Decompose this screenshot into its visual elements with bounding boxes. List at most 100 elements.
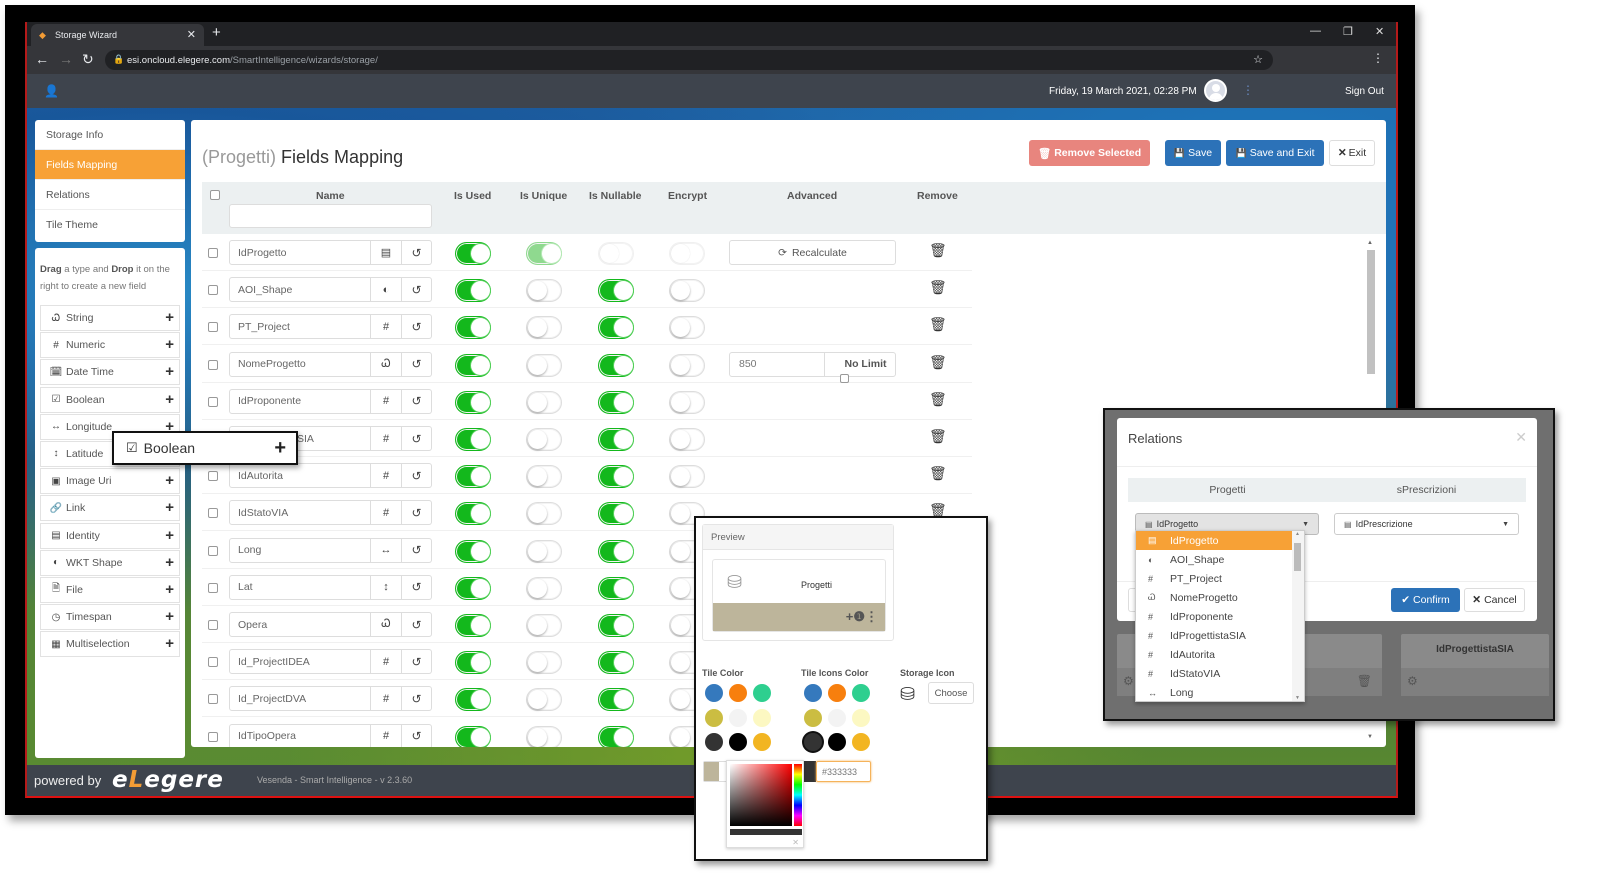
row-checkbox[interactable]: [208, 322, 218, 333]
toggle-nullable[interactable]: [598, 688, 634, 712]
color-swatch[interactable]: [729, 684, 747, 702]
toggle-nullable[interactable]: [598, 242, 634, 265]
color-swatch[interactable]: [828, 684, 846, 702]
step-storage-info[interactable]: Storage Info: [35, 120, 185, 150]
alpha-slider[interactable]: [730, 829, 802, 835]
browser-tab[interactable]: ◆ Storage Wizard ✕: [31, 24, 204, 46]
add-icon[interactable]: +: [165, 581, 174, 598]
add-icon[interactable]: +: [165, 608, 174, 625]
reset-icon[interactable]: ↺: [402, 388, 432, 414]
toggle-nullable[interactable]: [598, 353, 634, 377]
reset-icon[interactable]: ↺: [402, 500, 432, 526]
toggle-unique[interactable]: [526, 688, 562, 712]
hash-icon[interactable]: #: [371, 686, 402, 712]
reset-icon[interactable]: ↺: [402, 612, 432, 637]
toggle-nullable[interactable]: [598, 539, 634, 563]
reset-icon[interactable]: ↺: [402, 649, 432, 675]
row-checkbox[interactable]: [208, 396, 218, 407]
reset-icon[interactable]: ↺: [402, 314, 432, 340]
confirm-button[interactable]: ✔ Confirm: [1391, 588, 1460, 612]
toggle-nullable[interactable]: [598, 614, 634, 637]
dropdown-option[interactable]: Ꮗ NomeProgetto: [1136, 588, 1304, 607]
dropdown-option[interactable]: # IdProgettistaSIA: [1136, 626, 1304, 645]
url-input[interactable]: 🔒 esi.oncloud.elegere.com /SmartIntellig…: [105, 50, 1273, 70]
recalculate-button[interactable]: ⟳ Recalculate: [729, 240, 896, 265]
no-limit-checkbox[interactable]: No Limit: [825, 353, 895, 383]
color-swatch[interactable]: [852, 708, 870, 727]
saturation-value-area[interactable]: [730, 764, 792, 826]
hash-icon[interactable]: #: [371, 463, 402, 489]
field-type-multiselection[interactable]: ▦ Multiselection +: [40, 631, 180, 658]
field-name-input[interactable]: IdProponente: [229, 388, 371, 414]
toggle-used[interactable]: [455, 539, 491, 563]
row-checkbox[interactable]: [208, 359, 218, 370]
row-checkbox[interactable]: [208, 285, 218, 296]
toggle-unique[interactable]: [526, 390, 562, 414]
reset-icon[interactable]: ↺: [402, 723, 432, 747]
hash-icon[interactable]: #: [371, 426, 402, 451]
row-checkbox[interactable]: [208, 508, 218, 519]
hue-slider[interactable]: [794, 764, 802, 826]
color-swatch[interactable]: [705, 708, 723, 727]
restore-icon[interactable]: ❐: [1343, 25, 1353, 38]
string-icon[interactable]: Ꮗ: [371, 351, 402, 377]
scroll-down-icon[interactable]: ▼: [1295, 695, 1300, 701]
toggle-encrypt[interactable]: [669, 390, 705, 414]
toggle-nullable[interactable]: [598, 576, 634, 600]
reset-icon[interactable]: ↺: [402, 537, 432, 563]
field-name-input[interactable]: IdTipoOpera: [229, 723, 371, 747]
close-window-icon[interactable]: ✕: [1375, 25, 1384, 38]
field-name-input[interactable]: Long: [229, 537, 371, 563]
dropdown-option[interactable]: # IdAutorita: [1136, 645, 1304, 664]
toggle-unique[interactable]: [526, 353, 562, 377]
horizontal-arrows-icon[interactable]: ↔: [371, 537, 402, 563]
minimize-icon[interactable]: —: [1310, 25, 1321, 37]
hash-icon[interactable]: #: [371, 723, 402, 747]
hash-icon[interactable]: #: [371, 649, 402, 675]
add-icon[interactable]: +: [165, 363, 174, 380]
field-type-timespan[interactable]: ◷ Timespan +: [40, 604, 180, 631]
toggle-encrypt[interactable]: [669, 465, 705, 489]
trash-icon[interactable]: 🗑: [929, 428, 947, 445]
field-name-input[interactable]: Id_ProjectIDEA: [229, 649, 371, 675]
choose-icon-button[interactable]: Choose: [928, 682, 974, 704]
toggle-nullable[interactable]: [598, 390, 634, 414]
color-swatch[interactable]: [804, 708, 822, 727]
scroll-down-icon[interactable]: ▼: [1367, 734, 1373, 740]
vertical-arrows-icon[interactable]: ↕: [371, 574, 402, 600]
browser-menu-icon[interactable]: ⋮: [1372, 51, 1384, 65]
row-checkbox[interactable]: [208, 657, 218, 668]
trash-icon[interactable]: 🗑: [929, 354, 947, 371]
toggle-unique[interactable]: [526, 725, 562, 747]
toggle-nullable[interactable]: [598, 651, 634, 675]
toggle-nullable[interactable]: [598, 725, 634, 747]
add-icon[interactable]: +: [165, 336, 174, 353]
scrollbar-thumb[interactable]: [1367, 250, 1375, 374]
reset-icon[interactable]: ↺: [402, 686, 432, 712]
row-checkbox[interactable]: [208, 545, 218, 556]
select-all-checkbox[interactable]: [210, 190, 220, 200]
id-card-icon[interactable]: ▤: [371, 240, 402, 265]
toggle-encrypt[interactable]: [669, 279, 705, 303]
gear-icon[interactable]: ⚙: [1123, 674, 1134, 688]
close-tab-icon[interactable]: ✕: [187, 28, 196, 41]
toggle-encrypt[interactable]: [669, 353, 705, 377]
string-icon[interactable]: Ꮗ: [371, 612, 402, 637]
toggle-used[interactable]: [455, 316, 491, 340]
add-icon[interactable]: +: [165, 554, 174, 571]
toggle-unique[interactable]: [526, 242, 562, 265]
row-checkbox[interactable]: [208, 694, 218, 705]
toggle-used[interactable]: [455, 614, 491, 637]
field-type-wkt-shape[interactable]: ◐ WKT Shape +: [40, 549, 180, 576]
scroll-up-icon[interactable]: ▲: [1295, 531, 1300, 537]
field-type-identity[interactable]: ▤ Identity +: [40, 522, 180, 549]
field-name-input[interactable]: Opera: [229, 612, 371, 637]
field-name-input[interactable]: IdProgetto: [229, 240, 371, 265]
toggle-encrypt[interactable]: [669, 242, 705, 265]
toggle-unique[interactable]: [526, 428, 562, 451]
color-swatch[interactable]: [705, 733, 723, 751]
color-swatch[interactable]: [804, 684, 822, 702]
field-type-numeric[interactable]: # Numeric +: [40, 332, 180, 359]
right-field-select[interactable]: ▤ IdPrescrizione ▼: [1334, 513, 1519, 535]
checkbox[interactable]: [839, 373, 849, 383]
